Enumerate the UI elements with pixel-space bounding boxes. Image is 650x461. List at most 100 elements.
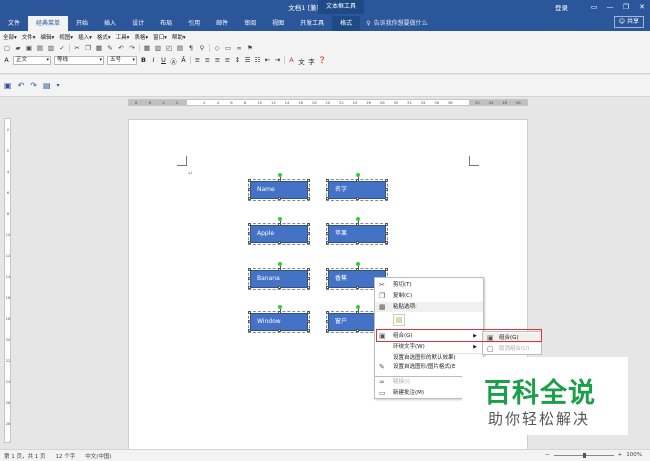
menu-tools[interactable]: 工具▾ <box>116 33 130 41</box>
resize-handle[interactable] <box>248 320 251 323</box>
zoom-icon[interactable]: ⚲ <box>198 44 206 52</box>
tab-design[interactable]: 设计 <box>124 16 152 31</box>
resize-handle[interactable] <box>326 268 329 271</box>
paste-keep-format-icon[interactable]: ▤ <box>393 314 405 326</box>
bullets-icon[interactable]: ☷ <box>254 56 261 64</box>
page-count[interactable]: 第 1 页，共 1 页 <box>4 452 46 460</box>
resize-handle[interactable] <box>356 268 359 271</box>
resize-handle[interactable] <box>307 188 310 191</box>
resize-handle[interactable] <box>326 223 329 226</box>
rotate-handle[interactable] <box>278 217 282 221</box>
tab-mailings[interactable]: 邮件 <box>208 16 236 31</box>
line-spacing-icon[interactable]: ↕ <box>234 56 241 64</box>
open-folder-icon[interactable]: ▰ <box>14 44 22 52</box>
resize-handle[interactable] <box>278 241 281 244</box>
new-doc-icon[interactable]: ▢ <box>3 44 11 52</box>
zoom-level[interactable]: 100% <box>626 452 642 458</box>
resize-handle[interactable] <box>278 268 281 271</box>
increase-indent-icon[interactable]: ⇥ <box>274 56 281 64</box>
horizontal-ruler[interactable]: 8 6 4 2 2 4 6 8 10 12 14 16 18 20 22 24 26 28 30 32 34 36 38 42… <box>128 99 528 106</box>
menu-window[interactable]: 窗口▾ <box>153 33 167 41</box>
textbox-window[interactable]: Window <box>248 305 310 333</box>
textbox-mingzi[interactable]: 名字 <box>326 173 388 201</box>
resize-handle[interactable] <box>326 329 329 332</box>
resize-handle[interactable] <box>278 223 281 226</box>
menu-insert[interactable]: 插入▾ <box>78 33 92 41</box>
rotate-handle[interactable] <box>278 173 282 177</box>
cut-icon[interactable]: ✂ <box>73 44 81 52</box>
tab-developer[interactable]: 开发工具 <box>292 16 332 31</box>
share-button[interactable]: ☺ 共享 <box>613 16 644 28</box>
shapes-icon[interactable]: ◇ <box>213 44 221 52</box>
menu-edit[interactable]: 编辑▾ <box>41 33 55 41</box>
tell-me-box[interactable]: ♀ 告诉我你想要做什么 <box>366 16 427 31</box>
rotate-handle[interactable] <box>356 217 360 221</box>
align-center-icon[interactable]: ≡ <box>204 56 211 64</box>
resize-handle[interactable] <box>356 197 359 200</box>
submenu-item-ungroup[interactable]: ▢ 取消组合(U) <box>483 344 541 354</box>
format-painter-icon[interactable]: ✎ <box>106 44 114 52</box>
resize-handle[interactable] <box>307 329 310 332</box>
zoom-thumb[interactable] <box>582 452 586 458</box>
char-border-icon[interactable]: Ⓐ <box>170 56 177 66</box>
word-count[interactable]: 12 个字 <box>56 452 76 460</box>
resize-handle[interactable] <box>307 268 310 271</box>
save-icon[interactable]: ▣ <box>4 81 12 90</box>
columns-icon[interactable]: ▥ <box>154 44 162 52</box>
resize-handle[interactable] <box>307 232 310 235</box>
font-size-select[interactable]: 五号 <box>107 55 137 65</box>
resize-handle[interactable] <box>278 197 281 200</box>
resize-handle[interactable] <box>385 197 388 200</box>
minimize-button[interactable]: — <box>602 0 618 14</box>
menu-table[interactable]: 表格▾ <box>134 33 148 41</box>
resize-handle[interactable] <box>356 179 359 182</box>
drawing-icon[interactable]: ◰ <box>165 44 173 52</box>
resize-handle[interactable] <box>248 179 251 182</box>
resize-handle[interactable] <box>248 223 251 226</box>
rotate-handle[interactable] <box>278 305 282 309</box>
redo-icon[interactable]: ↷ <box>128 44 136 52</box>
style-select[interactable]: 正文 <box>13 55 51 65</box>
font-select[interactable]: 等线 <box>54 55 104 65</box>
phonetic-icon[interactable]: 文 <box>298 56 305 66</box>
save-icon[interactable]: ▣ <box>25 44 33 52</box>
tab-insert[interactable]: 插入 <box>96 16 124 31</box>
resize-handle[interactable] <box>307 197 310 200</box>
menu-item-wrap-text[interactable]: 环绕文字(W) ▶ <box>375 342 483 352</box>
language[interactable]: 中文(中国) <box>85 452 111 460</box>
print-preview-icon[interactable]: ▥ <box>47 44 55 52</box>
resize-handle[interactable] <box>307 320 310 323</box>
link-icon[interactable]: ∞ <box>235 44 243 52</box>
maximize-button[interactable]: ❐ <box>618 0 634 14</box>
resize-handle[interactable] <box>248 188 251 191</box>
resize-handle[interactable] <box>326 188 329 191</box>
bold-icon[interactable]: B <box>140 56 147 64</box>
resize-handle[interactable] <box>326 197 329 200</box>
textbox-apple[interactable]: Apple <box>248 217 310 245</box>
tab-references[interactable]: 引用 <box>180 16 208 31</box>
zoom-out-icon[interactable]: − <box>545 452 550 458</box>
menu-item-copy[interactable]: ❐ 复制(C) <box>375 291 483 301</box>
tab-view[interactable]: 视图 <box>264 16 292 31</box>
menu-all[interactable]: 全部▾ <box>3 33 17 41</box>
doc-map-icon[interactable]: ▤ <box>176 44 184 52</box>
textbox-name[interactable]: Name <box>248 173 310 201</box>
rotate-handle[interactable] <box>356 262 360 266</box>
justify-icon[interactable]: ≡ <box>224 56 231 64</box>
vertical-ruler[interactable]: 2 2 4 6 8 10 12 14 16 18 20 22 24 26 28 <box>4 118 11 443</box>
align-right-icon[interactable]: ≡ <box>214 56 221 64</box>
print-preview-icon[interactable]: ▤ <box>43 81 51 90</box>
bookmark-icon[interactable]: ⚑ <box>246 44 254 52</box>
help-icon[interactable]: ❓ <box>318 56 326 64</box>
rotate-handle[interactable] <box>356 305 360 309</box>
resize-handle[interactable] <box>307 179 310 182</box>
resize-handle[interactable] <box>307 241 310 244</box>
resize-handle[interactable] <box>385 241 388 244</box>
textbox-pingguo[interactable]: 苹果 <box>326 217 388 245</box>
resize-handle[interactable] <box>356 286 359 289</box>
login-link[interactable]: 登录 <box>555 2 568 12</box>
italic-icon[interactable]: I <box>150 56 157 64</box>
tab-file[interactable]: 文件 <box>0 16 28 31</box>
resize-handle[interactable] <box>356 223 359 226</box>
char-shade-icon[interactable]: Ā <box>180 56 187 64</box>
